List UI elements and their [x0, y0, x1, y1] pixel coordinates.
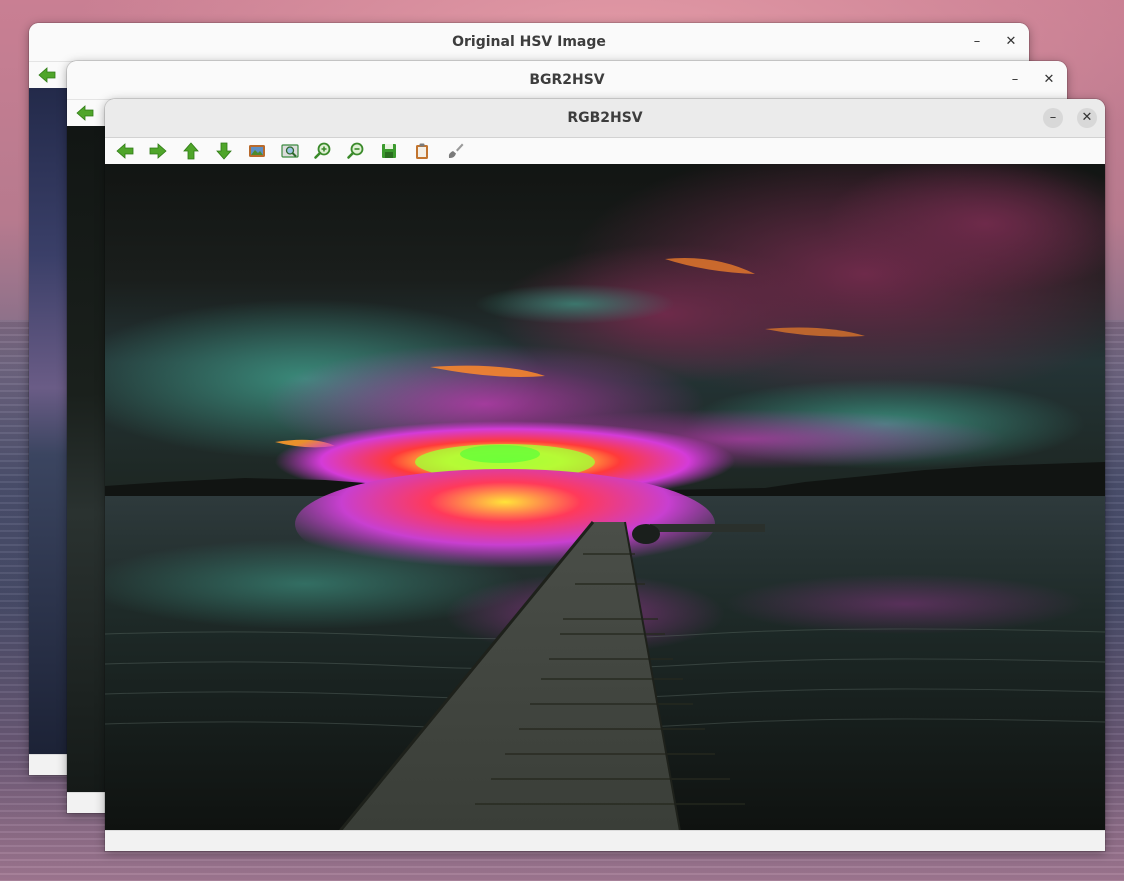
properties-brush-icon[interactable]: [445, 141, 465, 161]
window-title: BGR2HSV: [529, 72, 605, 88]
zoom-to-fit-icon[interactable]: [247, 141, 267, 161]
window-title: RGB2HSV: [567, 110, 643, 126]
close-button[interactable]: ✕: [1001, 32, 1021, 52]
zoom-out-icon[interactable]: [346, 141, 366, 161]
save-icon[interactable]: [379, 141, 399, 161]
zoom-to-region-icon[interactable]: [280, 141, 300, 161]
pan-down-icon[interactable]: [214, 141, 234, 161]
pan-up-icon[interactable]: [181, 141, 201, 161]
pan-left-icon[interactable]: [115, 141, 135, 161]
status-bar: [105, 830, 1105, 851]
window-titlebar[interactable]: Original HSV Image – ✕: [29, 23, 1029, 62]
close-button[interactable]: ✕: [1039, 70, 1059, 90]
rgb2hsv-converted-image: [105, 164, 1105, 831]
minimize-button[interactable]: –: [1043, 108, 1063, 128]
copy-to-clipboard-icon[interactable]: [412, 141, 432, 161]
pan-left-icon[interactable]: [75, 103, 95, 123]
minimize-button[interactable]: –: [967, 32, 987, 52]
image-canvas[interactable]: [105, 164, 1105, 831]
window-title: Original HSV Image: [452, 34, 606, 50]
window-rgb2hsv[interactable]: RGB2HSV – ✕: [105, 99, 1105, 851]
window-toolbar: [105, 138, 1105, 165]
window-titlebar[interactable]: RGB2HSV – ✕: [105, 99, 1105, 138]
minimize-button[interactable]: –: [1005, 70, 1025, 90]
zoom-in-icon[interactable]: [313, 141, 333, 161]
pan-right-icon[interactable]: [148, 141, 168, 161]
window-titlebar[interactable]: BGR2HSV – ✕: [67, 61, 1067, 100]
pan-left-icon[interactable]: [37, 65, 57, 85]
close-button[interactable]: ✕: [1077, 108, 1097, 128]
